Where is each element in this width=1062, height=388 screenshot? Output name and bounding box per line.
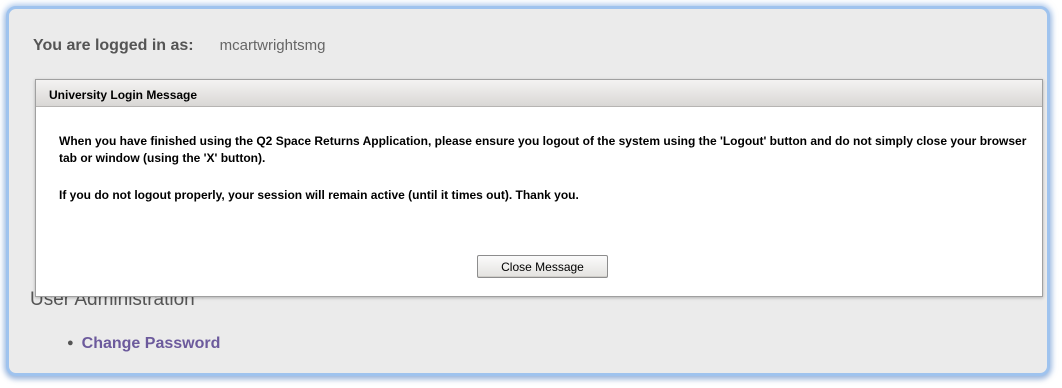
bullet-icon: ●: [67, 337, 74, 349]
dialog-titlebar[interactable]: University Login Message: [36, 80, 1042, 107]
dialog-message-paragraph: If you do not logout properly, your sess…: [59, 188, 579, 202]
list-item: ● Change Password: [67, 335, 220, 353]
logged-in-status: You are logged in as: mcartwrightsmg: [33, 37, 325, 55]
logged-in-label: You are logged in as:: [33, 37, 194, 54]
logged-in-username: mcartwrightsmg: [219, 37, 326, 54]
dialog-title: University Login Message: [49, 88, 198, 102]
user-administration-links: ● Change Password: [67, 335, 220, 353]
dialog-message-paragraph: When you have finished using the Q2 Spac…: [59, 134, 1027, 165]
main-panel: You are logged in as: mcartwrightsmg User…: [6, 6, 1050, 376]
close-message-button[interactable]: Close Message: [477, 255, 608, 278]
dialog-body: When you have finished using the Q2 Spac…: [59, 133, 1029, 204]
change-password-link[interactable]: Change Password: [82, 335, 221, 352]
login-message-dialog: University Login Message When you have f…: [35, 79, 1043, 297]
